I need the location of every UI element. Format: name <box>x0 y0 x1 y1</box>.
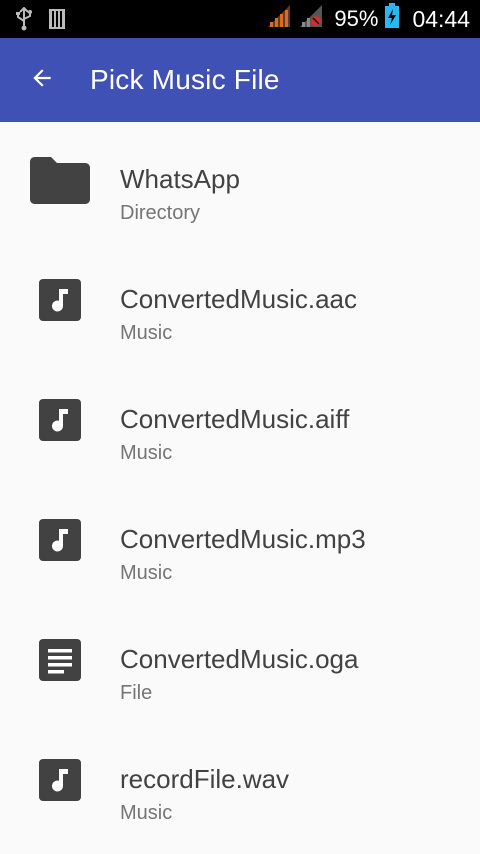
status-left-icons <box>14 6 66 36</box>
file-name: ConvertedMusic.aiff <box>120 404 350 434</box>
file-type: File <box>120 682 153 704</box>
list-item-recordfile-wav[interactable]: recordFile.wav Music <box>0 722 480 842</box>
file-type: Directory <box>120 202 201 224</box>
music-note-icon <box>39 518 81 566</box>
app-bar: Pick Music File <box>0 38 480 122</box>
usb-icon <box>14 6 34 36</box>
list-item-convertedmusic-mp3[interactable]: ConvertedMusic.mp3 Music <box>0 482 480 602</box>
status-bar: 95% 04:44 <box>0 0 480 38</box>
battery-percent: 95% <box>334 6 379 31</box>
list-item-convertedmusic-aac[interactable]: ConvertedMusic.aac Music <box>0 242 480 362</box>
file-type: Music <box>120 802 173 824</box>
list-item-convertedmusic-oga[interactable]: ConvertedMusic.oga File <box>0 602 480 722</box>
file-type: Music <box>120 442 173 464</box>
file-type: Music <box>120 562 173 584</box>
document-icon <box>39 638 81 686</box>
music-note-icon <box>39 758 81 806</box>
file-list: WhatsApp Directory ConvertedMusic.aac Mu… <box>0 122 480 842</box>
signal-icon <box>266 4 292 34</box>
file-name: ConvertedMusic.oga <box>120 644 359 674</box>
signal-no-data-icon <box>298 4 324 34</box>
battery-charging-icon <box>384 3 400 35</box>
back-button[interactable] <box>22 60 62 100</box>
arrow-back-icon <box>29 65 55 96</box>
file-name: ConvertedMusic.aac <box>120 284 357 314</box>
status-right-icons: 95% 04:44 <box>266 0 470 38</box>
file-name: recordFile.wav <box>120 764 290 794</box>
list-item-convertedmusic-aiff[interactable]: ConvertedMusic.aiff Music <box>0 362 480 482</box>
file-name: ConvertedMusic.mp3 <box>120 524 366 554</box>
status-time: 04:44 <box>412 5 470 32</box>
page-title: Pick Music File <box>90 64 280 95</box>
sim-card-icon <box>48 7 66 36</box>
music-note-icon <box>39 278 81 326</box>
music-note-icon <box>39 398 81 446</box>
file-type: Music <box>120 322 173 344</box>
file-name: WhatsApp <box>120 164 240 194</box>
folder-icon <box>29 155 91 210</box>
list-item-whatsapp[interactable]: WhatsApp Directory <box>0 122 480 242</box>
